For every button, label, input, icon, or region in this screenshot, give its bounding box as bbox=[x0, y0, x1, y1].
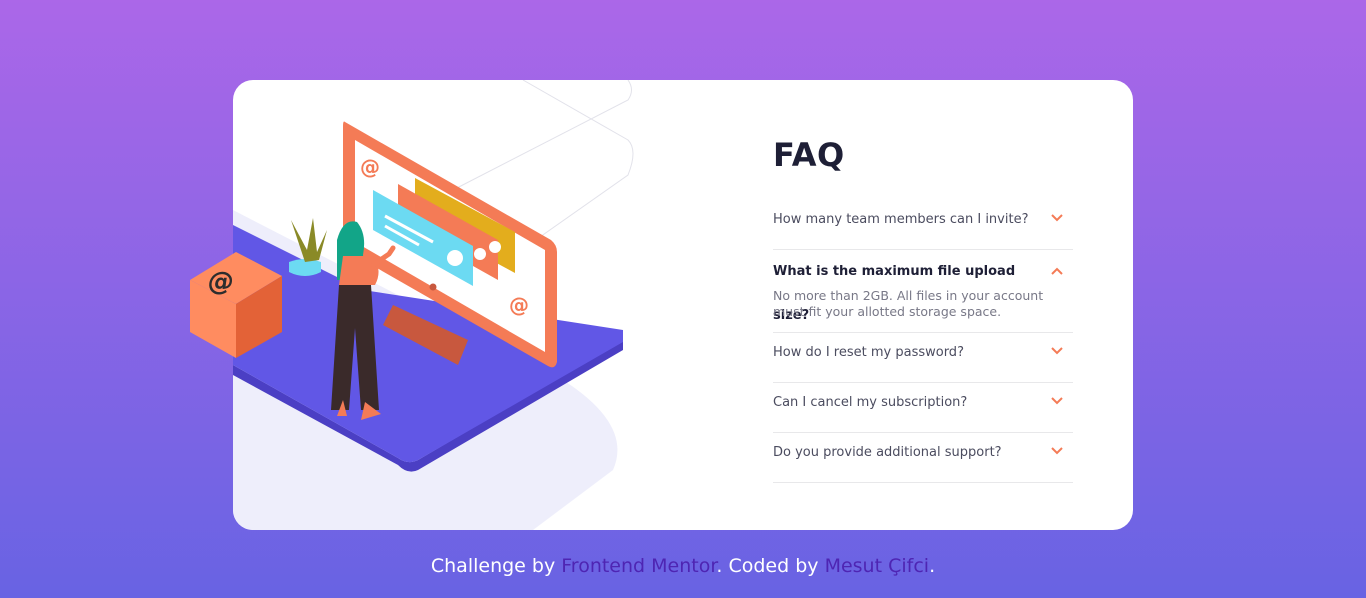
woman-body bbox=[339, 256, 379, 285]
faq-question[interactable]: How do I reset my password? bbox=[773, 333, 1073, 382]
faq-item-cancel-subscription[interactable]: Can I cancel my subscription? bbox=[773, 383, 1073, 433]
chevron-down-icon[interactable] bbox=[1051, 447, 1063, 455]
footer-middle: . Coded by bbox=[716, 555, 825, 577]
svg-text:@: @ bbox=[360, 155, 380, 179]
chevron-down-icon[interactable] bbox=[1051, 214, 1063, 222]
faq-item-team-members[interactable]: How many team members can I invite? bbox=[773, 200, 1073, 250]
faq-question[interactable]: How many team members can I invite? bbox=[773, 200, 1073, 249]
svg-text:@: @ bbox=[206, 267, 236, 297]
faq-answer: No more than 2GB. All files in your acco… bbox=[773, 288, 1044, 319]
chevron-down-icon[interactable] bbox=[1051, 347, 1063, 355]
orange-box-illustration: @ bbox=[190, 252, 282, 358]
faq-question[interactable]: Do you provide additional support? bbox=[773, 433, 1073, 482]
footer-attribution: Challenge by Frontend Mentor. Coded by M… bbox=[0, 555, 1366, 577]
footer-prefix: Challenge by bbox=[430, 555, 562, 577]
faq-item-upload-size[interactable]: What is the maximum file upload size? No… bbox=[773, 250, 1073, 333]
faq-question[interactable]: What is the maximum file upload size? bbox=[773, 250, 1073, 323]
faq-list: How many team members can I invite? What… bbox=[773, 200, 1073, 483]
author-link[interactable]: Mesut Çifci bbox=[825, 555, 929, 577]
footer-suffix: . bbox=[929, 555, 936, 577]
chevron-up-icon[interactable] bbox=[1051, 267, 1063, 275]
chevron-down-icon[interactable] bbox=[1051, 397, 1063, 405]
svg-text:@: @ bbox=[509, 293, 529, 317]
faq-title: FAQ bbox=[773, 136, 845, 174]
woman-at-monitor-illustration: @ @ bbox=[233, 80, 634, 530]
faq-item-reset-password[interactable]: How do I reset my password? bbox=[773, 333, 1073, 383]
faq-item-additional-support[interactable]: Do you provide additional support? bbox=[773, 433, 1073, 483]
frontend-mentor-link[interactable]: Frontend Mentor bbox=[561, 555, 716, 577]
faq-question[interactable]: Can I cancel my subscription? bbox=[773, 383, 1073, 432]
